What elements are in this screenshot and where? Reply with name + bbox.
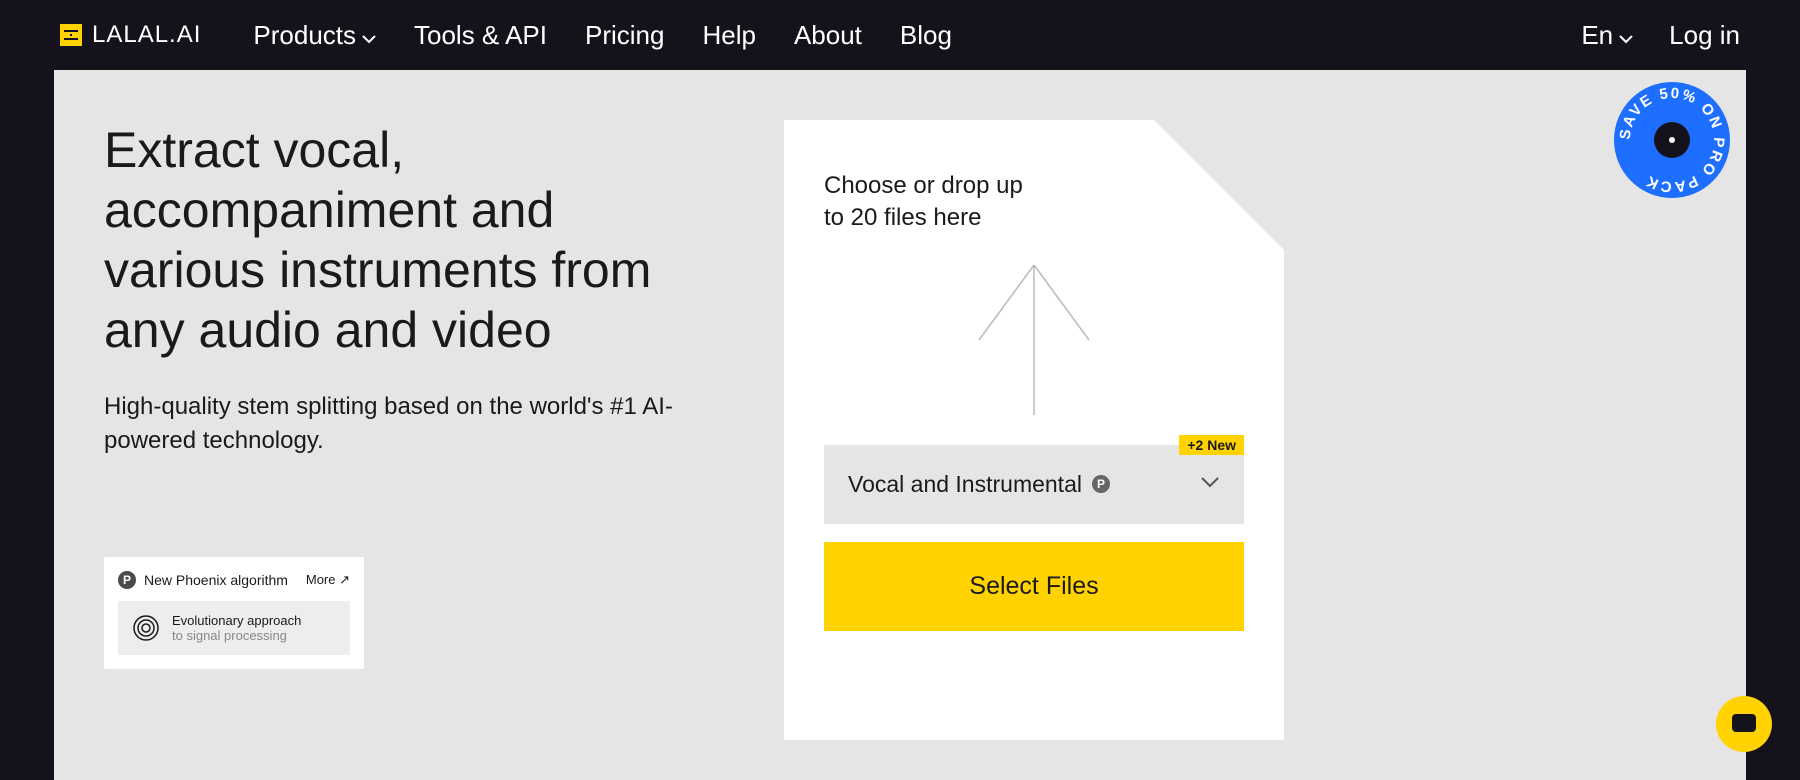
main-content: Extract vocal, accompaniment and various… (54, 70, 1746, 780)
nav-help[interactable]: Help (702, 20, 755, 51)
hero-headline: Extract vocal, accompaniment and various… (104, 120, 724, 360)
promo-badge[interactable]: SAVE 50% ON PRO PACK (1612, 80, 1732, 200)
upload-card[interactable]: Choose or drop up to 20 files here +2 Ne… (784, 120, 1284, 740)
phoenix-header-left: P New Phoenix algorithm (118, 571, 288, 589)
hero-subheadline: High-quality stem splitting based on the… (104, 390, 724, 457)
nav: Products Tools & API Pricing Help About … (253, 20, 952, 51)
nav-blog-label: Blog (900, 20, 952, 51)
nav-blog[interactable]: Blog (900, 20, 952, 51)
header-right: En Log in (1581, 20, 1740, 51)
spiral-icon (132, 614, 160, 642)
phoenix-badge-icon: P (1092, 475, 1110, 493)
nav-products-label: Products (253, 20, 356, 51)
header-left: LALAL.AI Products Tools & API Pricing He… (60, 20, 952, 51)
feature-main: Evolutionary approach (172, 613, 301, 628)
feature-text: Evolutionary approach to signal processi… (172, 613, 301, 643)
stem-type-select[interactable]: +2 New Vocal and Instrumental P (824, 445, 1244, 524)
nav-about-label: About (794, 20, 862, 51)
right-column: Choose or drop up to 20 files here +2 Ne… (784, 120, 1284, 780)
nav-tools-label: Tools & API (414, 20, 547, 51)
phoenix-p-icon: P (118, 571, 136, 589)
chevron-down-icon (1200, 475, 1220, 493)
logo-text: LALAL.AI (92, 21, 201, 49)
nav-about[interactable]: About (794, 20, 862, 51)
new-badge: +2 New (1179, 435, 1244, 455)
phoenix-title: New Phoenix algorithm (144, 572, 288, 588)
nav-pricing[interactable]: Pricing (585, 20, 664, 51)
chevron-down-icon (362, 20, 376, 51)
nav-products[interactable]: Products (253, 20, 376, 51)
phoenix-more-link[interactable]: More ↗ (306, 572, 350, 588)
upload-arrow-icon (964, 255, 1104, 415)
chat-bubble-button[interactable] (1716, 696, 1772, 752)
nav-pricing-label: Pricing (585, 20, 664, 51)
stem-label: Vocal and Instrumental (848, 471, 1082, 498)
left-column: Extract vocal, accompaniment and various… (104, 120, 724, 780)
feature-sub: to signal processing (172, 628, 301, 643)
phoenix-card: P New Phoenix algorithm More ↗ Evolution… (104, 557, 364, 669)
stem-select-left: Vocal and Instrumental P (848, 471, 1110, 498)
chevron-down-icon (1619, 20, 1633, 51)
logo[interactable]: LALAL.AI (60, 21, 201, 49)
login-label: Log in (1669, 20, 1740, 50)
header: LALAL.AI Products Tools & API Pricing He… (0, 0, 1800, 70)
phoenix-feature: Evolutionary approach to signal processi… (118, 601, 350, 655)
language-label: En (1581, 20, 1613, 51)
upload-drop-text: Choose or drop up to 20 files here (824, 170, 1024, 235)
phoenix-header: P New Phoenix algorithm More ↗ (118, 571, 350, 589)
nav-tools[interactable]: Tools & API (414, 20, 547, 51)
select-files-button[interactable]: Select Files (824, 542, 1244, 631)
nav-help-label: Help (702, 20, 755, 51)
language-selector[interactable]: En (1581, 20, 1633, 51)
login-link[interactable]: Log in (1669, 20, 1740, 51)
logo-icon (60, 24, 82, 46)
chat-icon (1730, 710, 1758, 738)
